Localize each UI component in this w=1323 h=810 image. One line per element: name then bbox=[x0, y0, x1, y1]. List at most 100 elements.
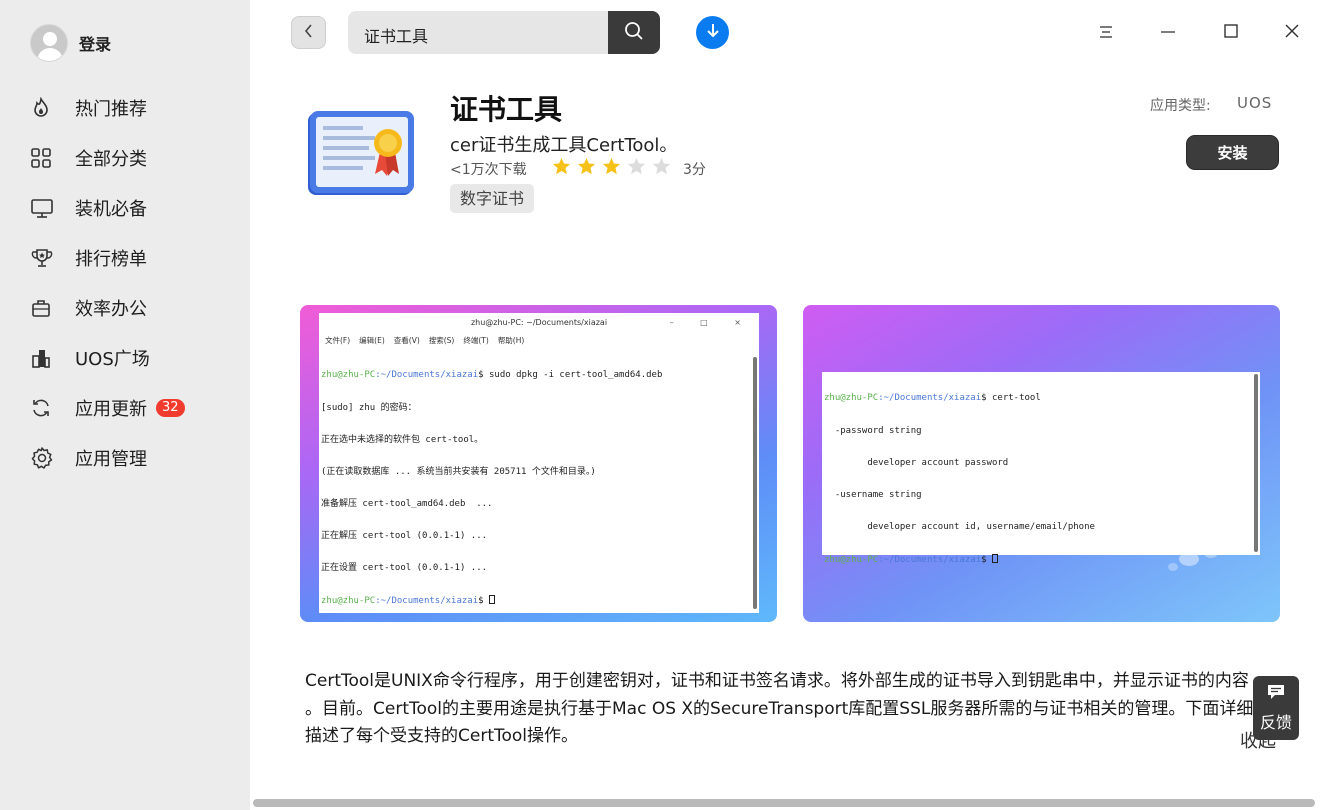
description-line: 。目前。CertTool的主要用途是执行基于Mac OS X的SecureTra… bbox=[305, 698, 1254, 719]
sidebar-item-categories[interactable]: 全部分类 bbox=[30, 133, 230, 183]
star-filled-icon bbox=[577, 157, 596, 175]
chevron-left-icon bbox=[303, 23, 315, 42]
terminal-cursor bbox=[991, 553, 998, 563]
terminal-window: zhu@zhu-PC: ~/Documents/xiazai – □ × 文件(… bbox=[319, 313, 759, 613]
terminal-line: -password string bbox=[824, 425, 922, 436]
terminal-command: $ bbox=[981, 554, 992, 565]
sidebar-item-label: 全部分类 bbox=[75, 149, 147, 170]
app-type-label: 应用类型: bbox=[1150, 98, 1211, 114]
terminal-scrollbar bbox=[753, 357, 757, 609]
menu-button[interactable] bbox=[1093, 20, 1119, 46]
terminal-command: $ bbox=[478, 596, 489, 607]
maximize-button[interactable] bbox=[1218, 20, 1244, 46]
back-button[interactable] bbox=[291, 16, 326, 49]
menu-icon bbox=[1098, 24, 1114, 43]
download-arrow-icon bbox=[704, 22, 722, 44]
sidebar-item-hot[interactable]: 热门推荐 bbox=[30, 83, 230, 133]
user-login[interactable]: 登录 bbox=[30, 24, 111, 62]
close-button[interactable] bbox=[1279, 20, 1305, 46]
app-description: CertTool是UNIX命令行程序，用于创建密钥对，证书和证书签名请求。将外部… bbox=[305, 668, 1280, 751]
prompt-user: zhu@zhu-PC bbox=[321, 370, 376, 381]
maximize-icon bbox=[1223, 23, 1239, 43]
terminal-line: 正在设置 cert-tool (0.0.1-1) ... bbox=[321, 563, 488, 574]
terminal-output: zhu@zhu-PC:~/Documents/xiazai$ sudo dpkg… bbox=[319, 349, 759, 622]
terminal-command: $ sudo dpkg -i cert-tool_amd64.deb bbox=[478, 370, 663, 381]
sidebar-item-label: 排行榜单 bbox=[75, 249, 147, 270]
grid-icon bbox=[30, 146, 60, 170]
sidebar-nav: 热门推荐 全部分类 装机必备 排行榜单 效率办公 UOS广场 应用更新 32 应… bbox=[30, 83, 230, 483]
search-box[interactable]: 证书工具 bbox=[348, 11, 660, 54]
terminal-line: -username string bbox=[824, 489, 922, 500]
terminal-line: 正在选中未选择的软件包 cert-tool。 bbox=[321, 434, 484, 445]
app-icon bbox=[305, 108, 415, 198]
download-manager-button[interactable] bbox=[696, 16, 729, 49]
terminal-title: zhu@zhu-PC: ~/Documents/xiazai – □ × bbox=[319, 313, 759, 333]
terminal-line: zhu@zhu-PC:~/Documents/xiazai$ sudo dpkg… bbox=[321, 370, 757, 381]
sidebar-item-label: 应用管理 bbox=[75, 449, 147, 470]
terminal-menu-item: 终端(T) bbox=[463, 336, 489, 345]
search-button[interactable] bbox=[608, 11, 660, 54]
star-empty-icon bbox=[627, 157, 646, 175]
screenshot-2[interactable]: zhu@zhu-PC:~/Documents/xiazai$ cert-tool… bbox=[803, 305, 1280, 622]
terminal-menu-item: 查看(V) bbox=[393, 336, 420, 345]
sidebar-item-uos-square[interactable]: UOS广场 bbox=[30, 333, 230, 383]
terminal-line: developer account id, username/email/pho… bbox=[824, 521, 1095, 532]
minimize-icon bbox=[1160, 24, 1176, 43]
sidebar-item-manage[interactable]: 应用管理 bbox=[30, 433, 230, 483]
sidebar: 登录 热门推荐 全部分类 装机必备 排行榜单 效率办公 UOS广场 应用更新 3… bbox=[0, 0, 250, 810]
gear-icon bbox=[30, 446, 60, 470]
prompt-path: :~/Documents/xiazai bbox=[375, 596, 479, 607]
app-subtitle: cer证书生成工具CertTool。 bbox=[450, 135, 678, 156]
prompt-user: zhu@zhu-PC bbox=[824, 393, 879, 404]
minimize-button[interactable] bbox=[1155, 20, 1181, 46]
feedback-button[interactable]: 反馈 bbox=[1253, 676, 1299, 740]
prompt-path: :~/Documents/xiazai bbox=[878, 393, 982, 404]
monitor-icon bbox=[30, 196, 60, 220]
description-line: CertTool是UNIX命令行程序，用于创建密钥对，证书和证书签名请求。将外部… bbox=[305, 671, 1249, 691]
category-tag[interactable]: 数字证书 bbox=[450, 184, 535, 213]
download-count: <1万次下载 bbox=[450, 162, 527, 178]
prompt-path: :~/Documents/xiazai bbox=[375, 370, 479, 381]
terminal-scrollbar bbox=[1254, 374, 1258, 552]
search-icon bbox=[624, 21, 644, 45]
terminal-line: 准备解压 cert-tool_amd64.deb ... bbox=[321, 498, 493, 509]
chat-bubble-icon bbox=[1266, 683, 1286, 705]
water-drops-decoration bbox=[1168, 548, 1218, 571]
terminal-line: [sudo] zhu 的密码： bbox=[321, 402, 417, 413]
sidebar-item-label: 热门推荐 bbox=[75, 99, 147, 120]
star-filled-icon bbox=[552, 157, 571, 175]
refresh-icon bbox=[30, 396, 60, 420]
terminal-menu: 文件(F) 编辑(E) 查看(V) 搜索(S) 终端(T) 帮助(H) bbox=[319, 333, 759, 349]
terminal-window-controls: – □ × bbox=[669, 318, 753, 327]
sidebar-item-updates[interactable]: 应用更新 32 bbox=[30, 383, 230, 433]
prompt-path: :~/Documents/xiazai bbox=[878, 554, 982, 565]
briefcase-icon bbox=[30, 296, 60, 320]
sidebar-item-label: UOS广场 bbox=[75, 349, 150, 370]
app-title: 证书工具 bbox=[450, 93, 563, 126]
sidebar-item-ranking[interactable]: 排行榜单 bbox=[30, 233, 230, 283]
terminal-window: zhu@zhu-PC:~/Documents/xiazai$ cert-tool… bbox=[822, 372, 1260, 565]
terminal-menu-item: 文件(F) bbox=[325, 336, 351, 345]
fire-icon bbox=[30, 96, 60, 120]
star-filled-icon bbox=[602, 157, 621, 175]
sidebar-item-label: 装机必备 bbox=[75, 199, 147, 220]
terminal-line: 正在解压 cert-tool (0.0.1-1) ... bbox=[321, 530, 488, 541]
terminal-line: (正在读取数据库 ... 系统当前共安装有 205711 个文件和目录。) bbox=[321, 466, 596, 477]
terminal-command: $ cert-tool bbox=[981, 393, 1041, 404]
sidebar-item-label: 效率办公 bbox=[75, 299, 147, 320]
star-empty-icon bbox=[652, 157, 671, 175]
horizontal-scrollbar[interactable] bbox=[253, 799, 1315, 807]
avatar[interactable] bbox=[30, 24, 68, 62]
install-button[interactable]: 安装 bbox=[1186, 135, 1279, 170]
terminal-line: zhu@zhu-PC:~/Documents/xiazai$ bbox=[321, 595, 757, 607]
trophy-icon bbox=[30, 246, 60, 270]
terminal-menu-item: 帮助(H) bbox=[497, 336, 525, 345]
login-label[interactable]: 登录 bbox=[79, 31, 111, 55]
search-input[interactable]: 证书工具 bbox=[364, 23, 428, 47]
sidebar-item-office[interactable]: 效率办公 bbox=[30, 283, 230, 333]
update-count-badge: 32 bbox=[156, 399, 185, 417]
prompt-user: zhu@zhu-PC bbox=[824, 554, 879, 565]
description-line: 描述了每个受支持的CertTool操作。 bbox=[305, 726, 579, 746]
screenshot-1[interactable]: zhu@zhu-PC: ~/Documents/xiazai – □ × 文件(… bbox=[300, 305, 777, 622]
sidebar-item-essentials[interactable]: 装机必备 bbox=[30, 183, 230, 233]
